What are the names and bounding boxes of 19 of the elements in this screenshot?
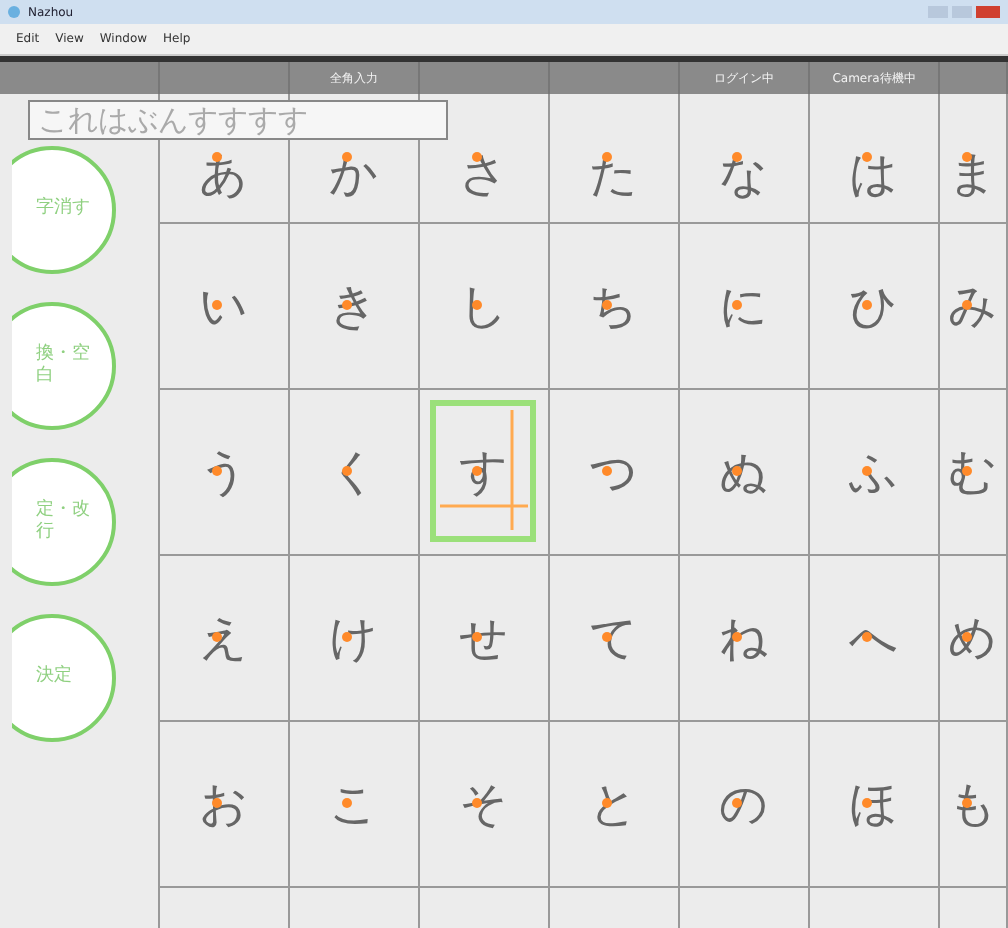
key-cell[interactable]: の <box>680 722 810 888</box>
crosshair-icon <box>440 410 528 530</box>
app-icon <box>8 6 20 18</box>
key-cell[interactable]: ひ <box>810 224 940 390</box>
key-cell[interactable]: に <box>680 224 810 390</box>
close-button[interactable] <box>976 6 1000 18</box>
key-cell[interactable]: け <box>290 556 420 722</box>
key-cell[interactable]: む <box>940 390 1008 556</box>
key-cell[interactable]: め <box>940 556 1008 722</box>
key-cell[interactable]: ち <box>550 224 680 390</box>
key-cell[interactable]: ぬ <box>680 390 810 556</box>
key-cell[interactable]: こ <box>290 722 420 888</box>
key-cell[interactable]: え <box>160 556 290 722</box>
key-cell[interactable]: い <box>160 224 290 390</box>
key-cell[interactable]: ま <box>940 94 1008 224</box>
key-cell[interactable]: つ <box>550 390 680 556</box>
key-cell[interactable]: し <box>420 224 550 390</box>
key-cell[interactable]: は <box>810 94 940 224</box>
key-cell[interactable]: ほ <box>810 722 940 888</box>
